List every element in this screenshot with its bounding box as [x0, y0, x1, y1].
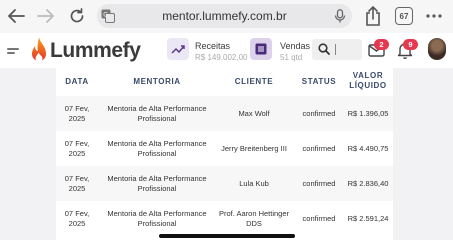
url-text[interactable]: mentor.lummefy.com.br — [97, 4, 352, 28]
cell-cliente: Prof. Aaron Hettinger DDS — [218, 208, 290, 228]
cell-date: 07 Fev, 2025 — [64, 103, 90, 123]
cell-status: confirmed — [302, 108, 336, 118]
vendas-list-icon — [250, 38, 272, 60]
tab-count: 67 — [399, 11, 409, 21]
reload-icon[interactable] — [67, 6, 87, 26]
table-row[interactable]: 07 Fev, 2025 Mentoria de Alta Performanc… — [56, 166, 393, 201]
cell-date: 07 Fev, 2025 — [64, 208, 90, 228]
column-header-status: STATUS — [301, 77, 337, 86]
text-cursor — [335, 44, 336, 55]
cell-mentoria: Mentoria de Alta Performance Profissiona… — [107, 138, 207, 158]
cell-mentoria: Mentoria de Alta Performance Profissiona… — [107, 103, 207, 123]
column-header-valor-liquido: VALOR LÍQUIDO — [349, 71, 387, 90]
browser-toolbar: G mentor.lummefy.com.br 67 — [0, 0, 453, 33]
cell-valor: R$ 2.591,24 — [347, 213, 389, 223]
app-header: Lummefy Receitas R$ 149.002,00 Vendas 51… — [0, 33, 453, 68]
notifications-badge: 9 — [403, 39, 418, 50]
column-header-data: DATA — [65, 77, 89, 86]
receitas-value: R$ 149.002,00 — [195, 53, 248, 62]
cell-cliente: Lula Kub — [239, 178, 269, 188]
more-dots-icon[interactable] — [424, 6, 444, 26]
cell-status: confirmed — [302, 213, 336, 223]
flame-logo-icon — [32, 37, 46, 62]
forward-arrow-icon[interactable] — [36, 6, 56, 26]
table-row[interactable]: 07 Fev, 2025 Mentoria de Alta Performanc… — [56, 131, 393, 166]
cell-mentoria: Mentoria de Alta Performance Profissiona… — [107, 173, 207, 193]
cell-valor: R$ 1.396,05 — [347, 108, 389, 118]
microphone-icon[interactable] — [334, 9, 346, 23]
cell-date: 07 Fev, 2025 — [64, 173, 90, 193]
cell-cliente: Max Wolf — [238, 108, 270, 118]
receitas-label: Receitas — [195, 41, 231, 51]
vendas-label: Vendas — [280, 41, 311, 51]
table-row[interactable]: 07 Fev, 2025 Mentoria de Alta Performanc… — [56, 201, 393, 236]
receitas-trend-icon — [167, 38, 189, 60]
home-indicator-bar[interactable] — [159, 234, 295, 238]
tabs-icon[interactable]: 67 — [395, 7, 413, 25]
table-row[interactable]: 07 Fev, 2025 Mentoria de Alta Performanc… — [56, 96, 393, 131]
search-input[interactable] — [312, 39, 362, 60]
cell-date: 07 Fev, 2025 — [64, 138, 90, 158]
share-icon[interactable] — [364, 5, 382, 27]
address-bar[interactable]: G mentor.lummefy.com.br — [97, 4, 352, 28]
user-avatar[interactable] — [428, 38, 446, 60]
column-header-cliente: CLIENTE — [234, 77, 274, 86]
cell-valor: R$ 2.836,40 — [347, 178, 389, 188]
column-header-mentoria: MENTORIA — [133, 77, 181, 86]
back-arrow-icon[interactable] — [6, 6, 26, 26]
cell-status: confirmed — [302, 143, 336, 153]
hamburger-menu-icon[interactable] — [7, 48, 19, 57]
cell-valor: R$ 4.490,75 — [347, 143, 389, 153]
messages-badge: 2 — [374, 39, 389, 50]
vendas-value: 51 qtd — [280, 53, 303, 62]
cell-status: confirmed — [302, 178, 336, 188]
cell-mentoria: Mentoria de Alta Performance Profissiona… — [107, 208, 207, 228]
sales-table: DATA MENTORIA CLIENTE STATUS VALOR LÍQUI… — [56, 68, 393, 240]
cell-cliente: Jerry Breitenberg III — [221, 143, 287, 153]
search-icon — [318, 43, 330, 55]
logo-text: Lummefy — [50, 39, 141, 62]
